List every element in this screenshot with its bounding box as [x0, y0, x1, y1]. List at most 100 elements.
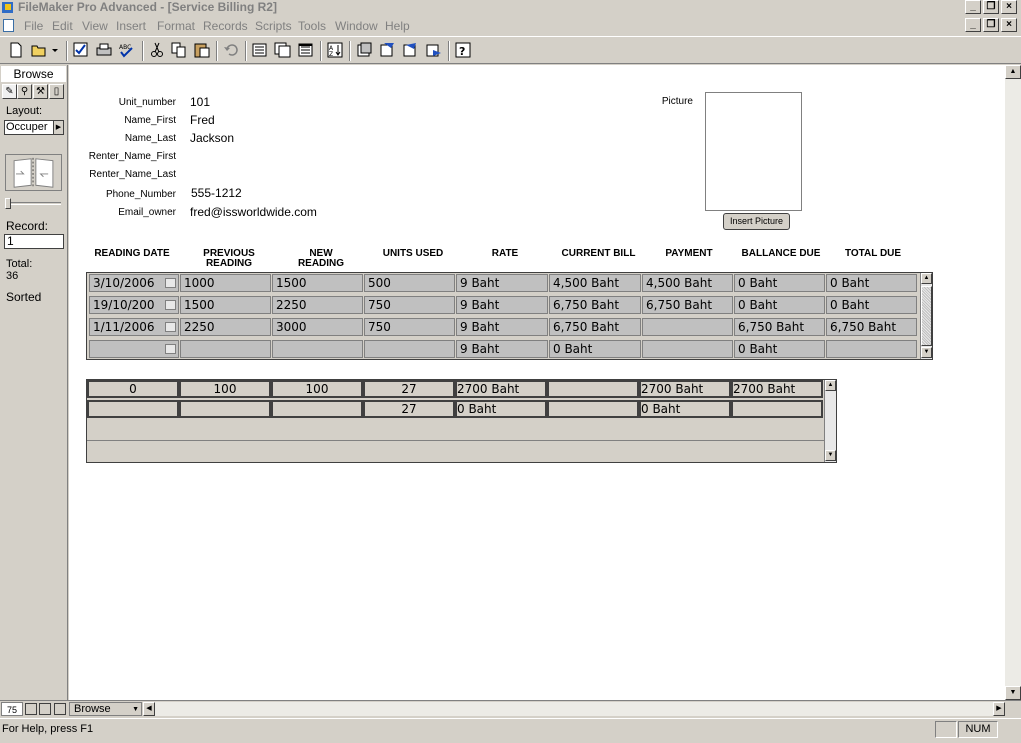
portal-row-rate[interactable]: 9 Baht: [456, 274, 548, 292]
calendar-icon[interactable]: [165, 278, 176, 288]
portal-row-previous-reading[interactable]: 2250: [180, 318, 271, 336]
scroll-left-icon[interactable]: ◀: [143, 702, 155, 716]
scroll-up-icon[interactable]: ▲: [1005, 65, 1021, 79]
portal-row-rate[interactable]: 9 Baht: [456, 318, 548, 336]
menu-window[interactable]: Window: [335, 19, 378, 33]
doc-minimize-button[interactable]: _: [965, 18, 981, 32]
layout-popup[interactable]: Occuper ▶: [4, 120, 64, 135]
menu-scripts[interactable]: Scripts: [255, 19, 292, 33]
summary-cell[interactable]: 2700 Baht: [731, 380, 823, 398]
portal-row-new-reading[interactable]: [272, 340, 363, 358]
record-slider-thumb[interactable]: [5, 198, 11, 209]
portal-row-payment[interactable]: [642, 318, 733, 336]
portal-row-current-bill[interactable]: 6,750 Baht: [549, 296, 641, 314]
summary-cell[interactable]: 27: [363, 400, 455, 418]
summary-cell[interactable]: 2700 Baht: [639, 380, 731, 398]
email-owner-field[interactable]: fred@issworldwide.com: [190, 205, 317, 219]
summary-cell[interactable]: 0 Baht: [455, 400, 547, 418]
zoom-out-icon[interactable]: [25, 703, 37, 715]
paste-icon[interactable]: [193, 41, 211, 59]
summary-cell[interactable]: 27: [363, 380, 455, 398]
menu-edit[interactable]: Edit: [52, 19, 73, 33]
menu-insert[interactable]: Insert: [116, 19, 146, 33]
portal-row-previous-reading[interactable]: 1000: [180, 274, 271, 292]
unit-number-field[interactable]: 101: [190, 95, 210, 109]
new-record-icon[interactable]: [251, 41, 269, 59]
calendar-icon[interactable]: [165, 322, 176, 332]
menu-format[interactable]: Format: [157, 19, 195, 33]
portal-row-units-used[interactable]: 750: [364, 296, 455, 314]
portal-row-ballance-due[interactable]: 0 Baht: [734, 274, 825, 292]
scroll-down-icon[interactable]: ▼: [1005, 686, 1021, 700]
portal-row-units-used[interactable]: 500: [364, 274, 455, 292]
portal-row-current-bill[interactable]: 4,500 Baht: [549, 274, 641, 292]
portal-row-previous-reading[interactable]: 1500: [180, 296, 271, 314]
zoom-in-icon[interactable]: [39, 703, 51, 715]
portal-row-new-reading[interactable]: 2250: [272, 296, 363, 314]
summary-cell[interactable]: [731, 400, 823, 418]
chevron-down-icon[interactable]: ▼: [132, 703, 139, 716]
portal-row-total-due[interactable]: 0 Baht: [826, 296, 917, 314]
spelling-check-icon[interactable]: [72, 41, 90, 59]
copy-icon[interactable]: [170, 41, 188, 59]
portal-row-total-due[interactable]: 6,750 Baht: [826, 318, 917, 336]
browse-mode-pencil-icon[interactable]: ✎: [2, 84, 17, 99]
summary-cell[interactable]: 100: [271, 380, 363, 398]
picture-container-field[interactable]: [705, 92, 802, 211]
close-button[interactable]: ×: [1001, 0, 1017, 14]
portal-row-current-bill[interactable]: 0 Baht: [549, 340, 641, 358]
insert-picture-button[interactable]: Insert Picture: [723, 213, 790, 230]
calendar-icon[interactable]: [165, 344, 176, 354]
zoom-percentage[interactable]: 75: [1, 702, 23, 716]
portal-row-total-due[interactable]: 0 Baht: [826, 274, 917, 292]
summary-scrollbar[interactable]: ▲ ▼: [824, 380, 836, 462]
portal-row-new-reading[interactable]: 1500: [272, 274, 363, 292]
portal-row-new-reading[interactable]: 3000: [272, 318, 363, 336]
status-area-toggle-icon[interactable]: [54, 703, 66, 715]
scroll-right-icon[interactable]: ▶: [993, 702, 1005, 716]
summary-cell[interactable]: [87, 400, 179, 418]
record-book-icon[interactable]: [5, 154, 62, 191]
doc-restore-button[interactable]: ❐: [983, 18, 999, 32]
portal-row-rate[interactable]: 9 Baht: [456, 296, 548, 314]
new-icon[interactable]: [7, 41, 25, 59]
summary-cell[interactable]: [271, 400, 363, 418]
print-icon[interactable]: [95, 41, 113, 59]
horizontal-scrollbar[interactable]: ◀ ▶: [143, 702, 1005, 716]
minimize-button[interactable]: _: [965, 0, 981, 14]
find-mode-magnifier-icon[interactable]: ⚲: [17, 84, 32, 99]
record-number-input[interactable]: 1: [4, 234, 64, 249]
name-first-field[interactable]: Fred: [190, 113, 215, 127]
portal-row-payment[interactable]: [642, 340, 733, 358]
doc-close-button[interactable]: ×: [1001, 18, 1017, 32]
mode-select[interactable]: Browse ▼: [69, 702, 142, 716]
undo-icon[interactable]: [222, 41, 240, 59]
menu-help[interactable]: Help: [385, 19, 410, 33]
restore-button[interactable]: ❐: [983, 0, 999, 14]
portal-row-previous-reading[interactable]: [180, 340, 271, 358]
spell-abc-icon[interactable]: ABC: [118, 41, 136, 59]
portal-row-ballance-due[interactable]: 0 Baht: [734, 296, 825, 314]
delete-record-icon[interactable]: [297, 41, 315, 59]
layout-mode-tool-icon[interactable]: ⚒: [33, 84, 48, 99]
portal-row-payment[interactable]: 4,500 Baht: [642, 274, 733, 292]
menu-view[interactable]: View: [82, 19, 108, 33]
portal-row-current-bill[interactable]: 6,750 Baht: [549, 318, 641, 336]
portal-row-units-used[interactable]: [364, 340, 455, 358]
open-icon[interactable]: [30, 41, 48, 59]
portal-row-ballance-due[interactable]: 6,750 Baht: [734, 318, 825, 336]
portal-scroll-up-icon[interactable]: ▲: [921, 273, 932, 284]
open-dropdown-icon[interactable]: [50, 41, 60, 59]
find-omit-icon[interactable]: [378, 41, 396, 59]
summary-cell[interactable]: 2700 Baht: [455, 380, 547, 398]
find-all-icon[interactable]: [355, 41, 373, 59]
portal-row-units-used[interactable]: 750: [364, 318, 455, 336]
menu-tools[interactable]: Tools: [298, 19, 326, 33]
help-icon[interactable]: ?: [454, 41, 472, 59]
menu-file[interactable]: File: [24, 19, 43, 33]
summary-cell[interactable]: 100: [179, 380, 271, 398]
summary-cell[interactable]: [179, 400, 271, 418]
sort-icon[interactable]: AZ: [326, 41, 344, 59]
summary-cell[interactable]: [547, 400, 639, 418]
summary-cell[interactable]: 0: [87, 380, 179, 398]
